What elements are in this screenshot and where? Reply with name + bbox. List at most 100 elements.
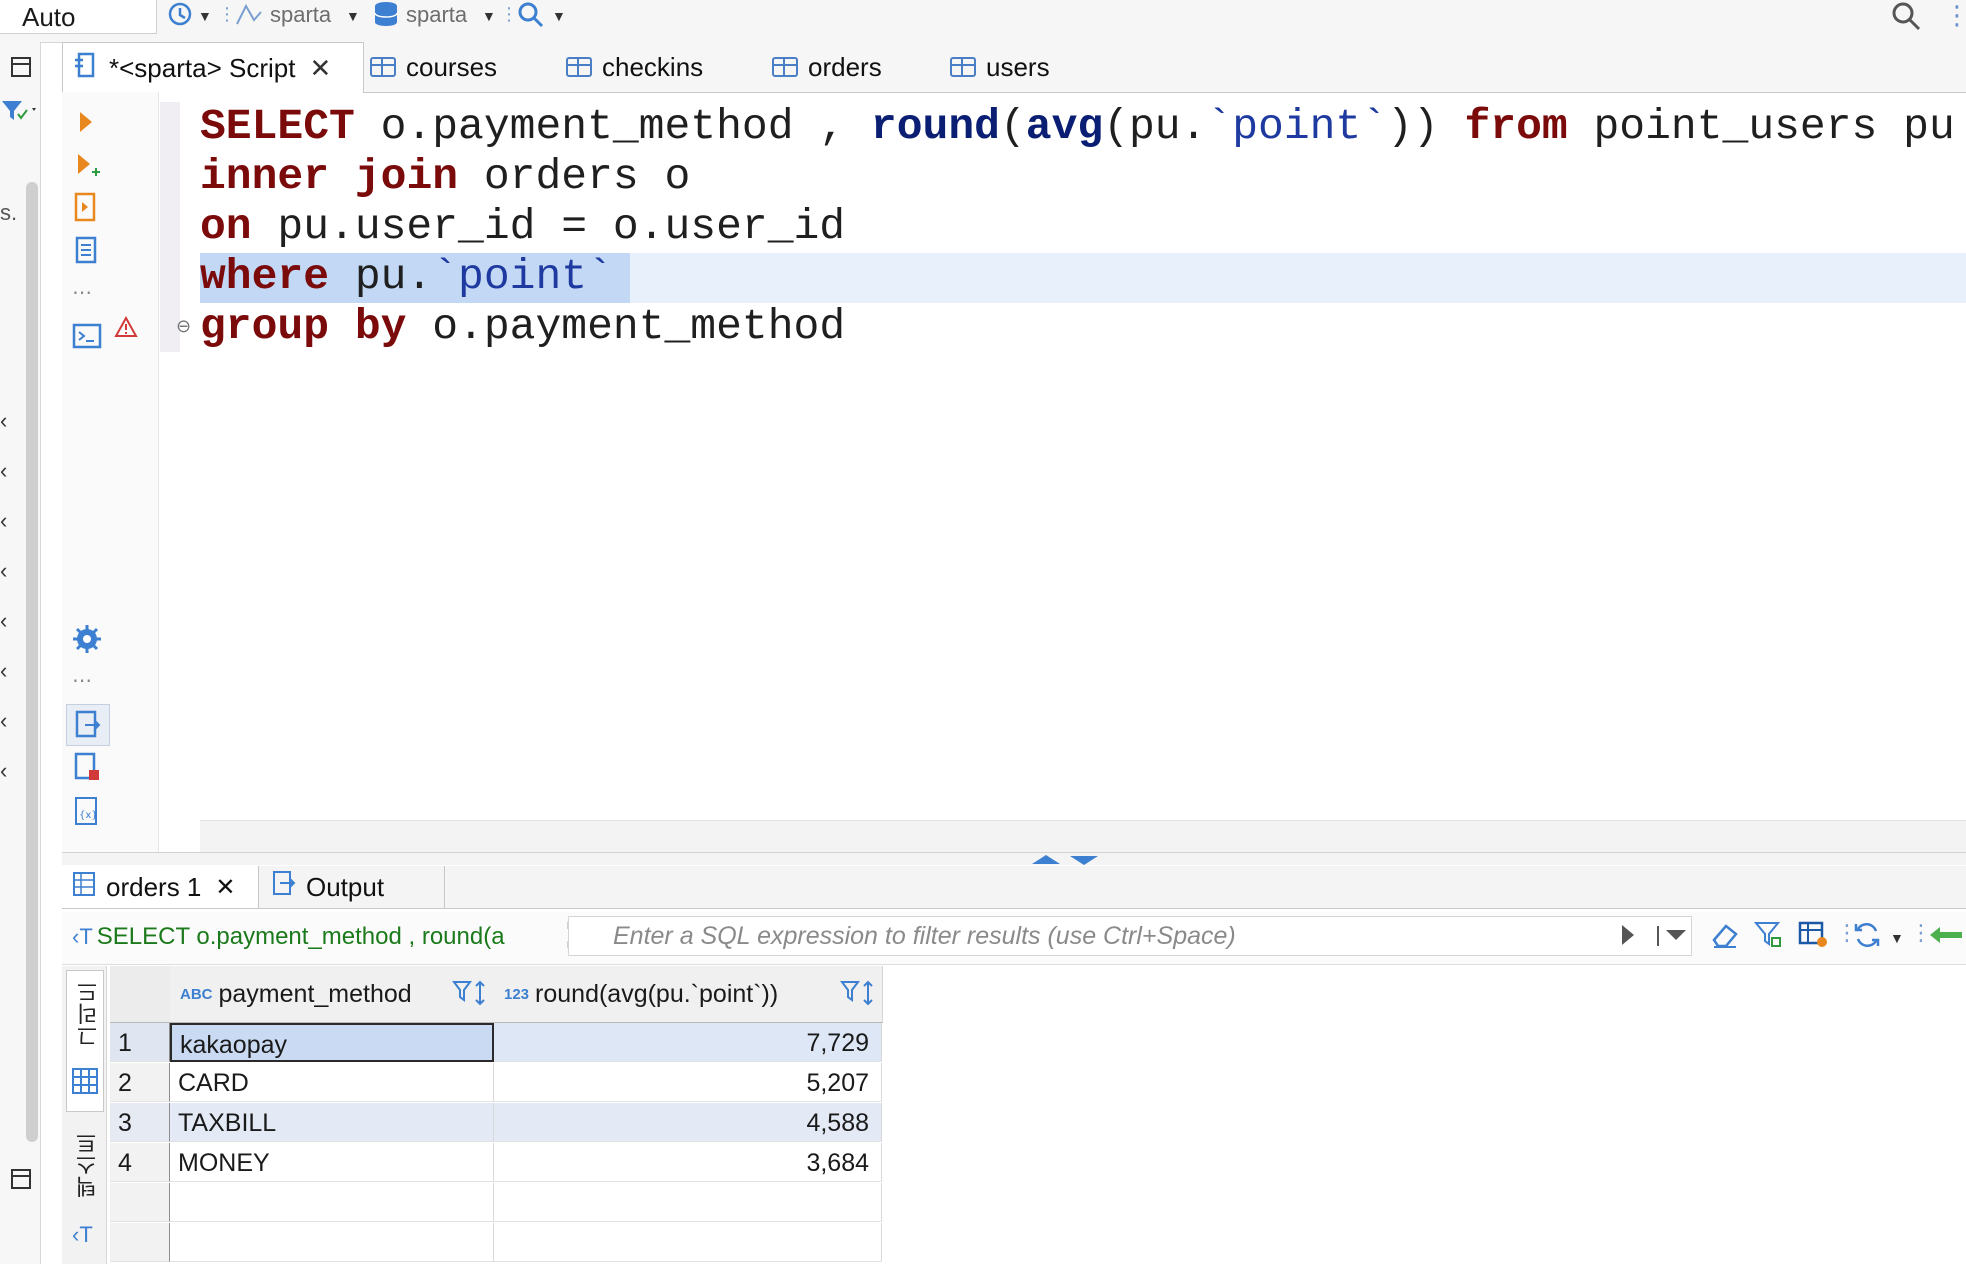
table-config-icon[interactable] bbox=[1798, 920, 1830, 955]
collapse-mark: ‹ bbox=[0, 558, 8, 583]
tab-label: *<sparta> Script bbox=[109, 52, 296, 83]
tab-label: checkins bbox=[602, 51, 704, 82]
variables-icon[interactable]: {x} bbox=[72, 796, 100, 825]
close-icon[interactable]: ✕ bbox=[215, 873, 235, 902]
empty-cell bbox=[494, 1223, 882, 1262]
filter-history-dropdown-icon[interactable] bbox=[1656, 924, 1692, 953]
code-line-1: SELECT o.payment_method , round(avg(pu.`… bbox=[200, 102, 1955, 151]
connection-dropdown-icon[interactable]: ▼ bbox=[346, 8, 360, 24]
execute-statement-icon[interactable] bbox=[72, 108, 100, 136]
active-database[interactable]: sparta bbox=[406, 2, 467, 28]
table-row[interactable]: 1 kakaopay 7,729 bbox=[110, 1023, 1966, 1063]
row-number: 1 bbox=[110, 1023, 170, 1062]
filter-icon[interactable] bbox=[0, 98, 40, 129]
tab-checkins[interactable]: checkins bbox=[566, 42, 703, 92]
cell-avg-point[interactable]: 4,588 bbox=[494, 1103, 882, 1142]
tab-users[interactable]: users bbox=[950, 42, 1050, 92]
column-filter-sort-icon[interactable] bbox=[452, 978, 488, 1015]
collapse-mark: ‹ bbox=[0, 708, 8, 733]
table-icon bbox=[370, 57, 396, 77]
sql-text-icon: ‹T bbox=[72, 924, 93, 949]
tab-orders[interactable]: orders bbox=[772, 42, 882, 92]
fold-gutter bbox=[160, 102, 180, 352]
code-line-5: group by o.payment_method bbox=[200, 302, 846, 351]
panel-splitter[interactable] bbox=[62, 852, 1966, 865]
global-search-icon[interactable] bbox=[1890, 0, 1924, 37]
cell-payment-method[interactable]: MONEY bbox=[170, 1143, 494, 1182]
script-icon bbox=[73, 50, 99, 87]
console-icon[interactable] bbox=[72, 322, 102, 350]
cell-avg-point[interactable]: 3,684 bbox=[494, 1143, 882, 1182]
column-header-payment-method[interactable]: ABC payment_method bbox=[170, 966, 495, 1023]
column-filter-sort-icon[interactable] bbox=[840, 978, 876, 1015]
cell-avg-point[interactable]: 5,207 bbox=[494, 1063, 882, 1102]
cell-avg-point[interactable]: 7,729 bbox=[494, 1023, 882, 1062]
refresh-icon[interactable] bbox=[1852, 920, 1882, 955]
transaction-mode-select[interactable]: Auto bbox=[0, 0, 157, 34]
tab-label: users bbox=[986, 51, 1050, 82]
history-dropdown-icon[interactable]: ▼ bbox=[198, 8, 212, 24]
table-row[interactable]: 2 CARD 5,207 bbox=[110, 1063, 1966, 1103]
row-number-empty bbox=[110, 1223, 170, 1262]
refresh-dropdown-icon[interactable]: ▼ bbox=[1890, 930, 1904, 946]
show-results-icon[interactable] bbox=[66, 704, 110, 746]
toolbar-separator: ⋮ bbox=[500, 4, 518, 24]
tab-output[interactable]: Output bbox=[268, 866, 445, 908]
panel-toggle-icon[interactable] bbox=[10, 56, 32, 83]
collapse-mark: ‹ bbox=[0, 408, 8, 433]
svg-text:{x}: {x} bbox=[79, 810, 98, 821]
table-row[interactable]: 4 MONEY 3,684 bbox=[110, 1143, 1966, 1183]
warning-icon bbox=[114, 315, 138, 343]
settings-gear-icon[interactable] bbox=[72, 624, 101, 653]
cell-payment-method[interactable]: CARD bbox=[170, 1063, 494, 1102]
editor-tab-strip: *<sparta> Script ✕ courses checkins orde… bbox=[62, 42, 1966, 93]
tab-label: courses bbox=[406, 51, 498, 82]
grid-view-tab[interactable]: 그리드 bbox=[66, 970, 104, 1112]
eraser-icon[interactable] bbox=[1710, 920, 1740, 955]
cell-payment-method[interactable]: kakaopay bbox=[170, 1023, 494, 1062]
results-tab-strip: orders 1 ✕ Output bbox=[62, 866, 1966, 909]
editor-horizontal-scrollbar[interactable] bbox=[200, 820, 1966, 853]
tab-label: orders 1 bbox=[106, 871, 202, 902]
text-view-label: 텍스트 bbox=[75, 1132, 100, 1198]
empty-cell bbox=[170, 1223, 494, 1262]
tab-results-orders[interactable]: orders 1 ✕ bbox=[62, 866, 259, 908]
fold-collapse-icon[interactable]: ⊖ bbox=[176, 316, 191, 337]
tab-sql-script[interactable]: *<sparta> Script ✕ bbox=[62, 42, 364, 93]
column-type-badge: ABC bbox=[180, 985, 213, 1003]
row-number: 4 bbox=[110, 1143, 170, 1182]
grid-icon bbox=[72, 871, 96, 904]
show-errors-icon[interactable] bbox=[72, 752, 100, 780]
text-view-tab[interactable]: 텍스트 ‹T bbox=[66, 1132, 102, 1262]
more-menu-icon[interactable]: ⋮ bbox=[1944, 0, 1966, 31]
active-connection[interactable]: sparta bbox=[270, 2, 331, 28]
execute-new-tab-icon[interactable] bbox=[72, 152, 100, 180]
table-icon bbox=[566, 57, 592, 77]
database-dropdown-icon[interactable]: ▼ bbox=[482, 8, 496, 24]
code-line-3: on pu.user_id = o.user_id bbox=[200, 202, 846, 251]
history-icon[interactable] bbox=[166, 0, 194, 34]
table-icon bbox=[950, 57, 976, 77]
panel-toggle-icon[interactable] bbox=[10, 1168, 32, 1195]
query-preview[interactable]: ‹T SELECT o.payment_method , round(a bbox=[72, 916, 560, 958]
tab-courses[interactable]: courses bbox=[370, 42, 497, 92]
column-header-avg-point[interactable]: 123 round(avg(pu.`point`)) bbox=[494, 966, 883, 1023]
table-row[interactable]: 3 TAXBILL 4,588 bbox=[110, 1103, 1966, 1143]
left-scrollbar[interactable] bbox=[26, 182, 38, 1142]
search-icon[interactable] bbox=[516, 0, 546, 35]
column-type-badge: 123 bbox=[504, 985, 530, 1003]
back-arrow-icon[interactable] bbox=[1928, 924, 1964, 951]
cell-payment-method[interactable]: TAXBILL bbox=[170, 1103, 494, 1142]
filter-input[interactable]: Enter a SQL expression to filter results… bbox=[568, 916, 1692, 956]
close-icon[interactable]: ✕ bbox=[309, 53, 331, 84]
filter-settings-icon[interactable] bbox=[1753, 920, 1784, 955]
apply-filter-icon[interactable] bbox=[1618, 922, 1638, 953]
row-number: 2 bbox=[110, 1063, 170, 1102]
collapse-mark: ‹ bbox=[0, 658, 8, 683]
main-toolbar: Auto ▼ ⋮ sparta ▼ sparta ▼ ⋮ ▼ ⋮ bbox=[0, 0, 1966, 43]
grid-view-label: 그리드 bbox=[76, 981, 101, 1047]
search-dropdown-icon[interactable]: ▼ bbox=[552, 8, 566, 24]
explain-plan-icon[interactable] bbox=[72, 236, 100, 264]
execute-script-icon[interactable] bbox=[72, 192, 100, 222]
sql-editor[interactable]: SELECT o.payment_method , round(avg(pu.`… bbox=[200, 98, 1966, 398]
